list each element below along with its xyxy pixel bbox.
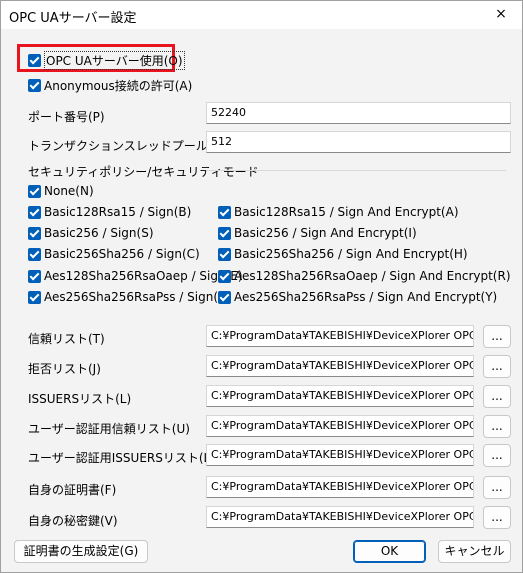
- browse-own-certificate-button[interactable]: ...: [483, 476, 511, 499]
- anonymous-checkbox[interactable]: Anonymous接続の許可(A): [28, 77, 192, 94]
- reject-list-input[interactable]: C:¥ProgramData¥TAKEBISHI¥DeviceXPlorer O…: [206, 355, 474, 377]
- browse-reject-list-button[interactable]: ...: [483, 355, 511, 378]
- browse-user-issuers-list-button[interactable]: ...: [483, 444, 511, 467]
- security-right-label: Basic256 / Sign And Encrypt(I): [234, 226, 417, 240]
- security-left-checkbox[interactable]: Basic128Rsa15 / Sign(B): [28, 205, 191, 219]
- security-none-checkbox[interactable]: None(N): [28, 184, 94, 198]
- security-right-checkbox[interactable]: Basic128Rsa15 / Sign And Encrypt(A): [218, 205, 459, 219]
- browse-user-trust-list-button[interactable]: ...: [483, 415, 511, 438]
- browse-private-key-button[interactable]: ...: [483, 506, 511, 529]
- enable-server-checkbox[interactable]: OPC UAサーバー使用(O): [28, 51, 185, 70]
- checkbox-checked-icon: [218, 205, 231, 219]
- user-issuers-list-input[interactable]: C:¥ProgramData¥TAKEBISHI¥DeviceXPlorer O…: [206, 444, 474, 466]
- cancel-button[interactable]: キャンセル: [438, 540, 511, 563]
- issuers-list-label: ISSUERSリスト(L): [28, 392, 132, 406]
- checkbox-checked-icon: [28, 79, 41, 92]
- close-icon[interactable]: ×: [492, 5, 510, 23]
- user-trust-list-label: ユーザー認証用信頼リスト(U): [28, 422, 190, 436]
- certificate-generation-settings-button[interactable]: 証明書の生成設定(G): [14, 540, 148, 563]
- user-trust-list-input[interactable]: C:¥ProgramData¥TAKEBISHI¥DeviceXPlorer O…: [206, 415, 474, 437]
- anonymous-label: Anonymous接続の許可(A): [44, 79, 193, 93]
- checkbox-checked-icon: [28, 290, 41, 304]
- group-divider: [206, 170, 506, 171]
- port-input[interactable]: 52240: [206, 102, 511, 124]
- security-left-checkbox[interactable]: Aes128Sha256RsaOaep / Sign(E): [28, 269, 243, 283]
- browse-trust-list-button[interactable]: ...: [483, 325, 511, 348]
- checkbox-checked-icon: [28, 184, 41, 198]
- private-key-input[interactable]: C:¥ProgramData¥TAKEBISHI¥DeviceXPlorer O…: [206, 506, 474, 528]
- opcua-settings-dialog: OPC UAサーバー設定 × OPC UAサーバー使用(O) Anonymous…: [0, 0, 523, 573]
- enable-server-label: OPC UAサーバー使用(O): [44, 51, 185, 70]
- security-right-label: Basic128Rsa15 / Sign And Encrypt(A): [234, 205, 459, 219]
- security-right-label: Basic256Sha256 / Sign And Encrypt(H): [234, 247, 468, 261]
- reject-list-label: 拒否リスト(J): [28, 362, 101, 376]
- trust-list-label: 信頼リスト(T): [28, 332, 105, 346]
- security-left-label: Basic256Sha256 / Sign(C): [44, 247, 200, 261]
- checkbox-checked-icon: [218, 290, 231, 304]
- security-right-checkbox[interactable]: Aes256Sha256RsaPss / Sign And Encrypt(Y): [218, 290, 497, 304]
- security-left-label: Basic256 / Sign(S): [44, 226, 154, 240]
- security-left-label: Aes256Sha256RsaPss / Sign(G): [44, 290, 232, 304]
- port-label: ポート番号(P): [28, 110, 105, 124]
- security-left-checkbox[interactable]: Basic256Sha256 / Sign(C): [28, 247, 200, 261]
- checkbox-checked-icon: [218, 247, 231, 261]
- security-left-label: Basic128Rsa15 / Sign(B): [44, 205, 192, 219]
- own-certificate-label: 自身の証明書(F): [28, 483, 117, 497]
- checkbox-checked-icon: [28, 269, 41, 283]
- checkbox-checked-icon: [28, 205, 41, 219]
- security-right-checkbox[interactable]: Basic256Sha256 / Sign And Encrypt(H): [218, 247, 468, 261]
- private-key-label: 自身の秘密鍵(V): [28, 514, 118, 528]
- checkbox-checked-icon: [218, 226, 231, 240]
- security-right-label: Aes256Sha256RsaPss / Sign And Encrypt(Y): [234, 290, 498, 304]
- security-right-checkbox[interactable]: Basic256 / Sign And Encrypt(I): [218, 226, 417, 240]
- trust-list-input[interactable]: C:¥ProgramData¥TAKEBISHI¥DeviceXPlorer O…: [206, 325, 474, 347]
- security-left-checkbox[interactable]: Aes256Sha256RsaPss / Sign(G): [28, 290, 232, 304]
- security-group-label: セキュリティポリシー/セキュリティモード: [28, 165, 259, 179]
- issuers-list-input[interactable]: C:¥ProgramData¥TAKEBISHI¥DeviceXPlorer O…: [206, 385, 474, 407]
- checkbox-checked-icon: [28, 54, 41, 67]
- security-left-checkbox[interactable]: Basic256 / Sign(S): [28, 226, 154, 240]
- window-title: OPC UAサーバー設定: [9, 11, 137, 26]
- checkbox-checked-icon: [28, 247, 41, 261]
- security-right-label: Aes128Sha256RsaOaep / Sign And Encrypt(R…: [234, 269, 511, 283]
- user-issuers-list-label: ユーザー認証用ISSUERSリスト(L): [28, 451, 215, 465]
- browse-issuers-list-button[interactable]: ...: [483, 385, 511, 408]
- security-left-label: Aes128Sha256RsaOaep / Sign(E): [44, 269, 243, 283]
- ok-button[interactable]: OK: [353, 540, 426, 563]
- checkbox-checked-icon: [28, 226, 41, 240]
- security-right-checkbox[interactable]: Aes128Sha256RsaOaep / Sign And Encrypt(R…: [218, 269, 511, 283]
- title-bar: OPC UAサーバー設定 ×: [1, 1, 522, 29]
- security-none-label: None(N): [44, 184, 94, 198]
- own-certificate-input[interactable]: C:¥ProgramData¥TAKEBISHI¥DeviceXPlorer O…: [206, 476, 474, 498]
- transaction-input[interactable]: 512: [206, 131, 511, 153]
- checkbox-checked-icon: [218, 269, 231, 283]
